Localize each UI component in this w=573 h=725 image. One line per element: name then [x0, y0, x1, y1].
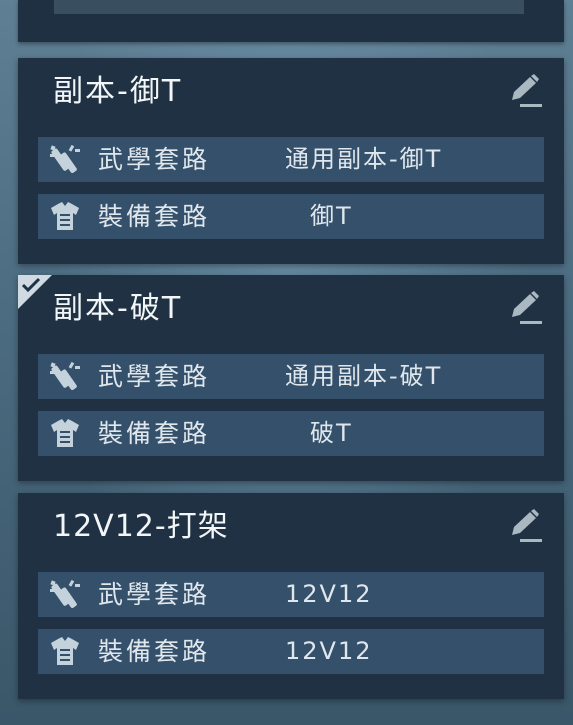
- row-value: 12V12: [285, 637, 373, 665]
- row-label: 裝備套路: [98, 419, 211, 448]
- equipment-row[interactable]: 裝備套路 御T: [38, 194, 544, 239]
- equipment-row[interactable]: 裝備套路 破T: [38, 411, 544, 456]
- row-value: 通用副本-破T: [285, 362, 443, 390]
- checkmark-icon: [18, 275, 52, 309]
- row-label: 裝備套路: [98, 637, 211, 666]
- armor-icon: [48, 635, 82, 669]
- martial-arts-icon: [48, 578, 82, 612]
- preset-title: 副本-破T: [53, 291, 183, 326]
- pencil-edit-icon[interactable]: [506, 74, 544, 110]
- pencil-edit-icon[interactable]: [506, 291, 544, 327]
- preset-card[interactable]: 副本-御T 武學套路 通用副本-御T 裝備套路 御T: [18, 58, 564, 264]
- martial-arts-row[interactable]: 武學套路 通用副本-御T: [38, 137, 544, 182]
- martial-arts-icon: [48, 143, 82, 177]
- row-label: 武學套路: [98, 362, 211, 391]
- row-value: 御T: [310, 202, 353, 230]
- row-label: 武學套路: [98, 145, 211, 174]
- preset-title: 12V12-打架: [53, 509, 229, 544]
- martial-arts-icon: [48, 360, 82, 394]
- preset-card[interactable]: 12V12-打架 武學套路 12V12 裝備套路 12V12: [18, 493, 564, 699]
- row-label: 裝備套路: [98, 202, 211, 231]
- pencil-edit-icon[interactable]: [506, 509, 544, 545]
- armor-icon: [48, 417, 82, 451]
- row-value: 通用副本-御T: [285, 145, 443, 173]
- row-label: 武學套路: [98, 580, 211, 609]
- preset-title: 副本-御T: [53, 74, 183, 109]
- preset-card-partial[interactable]: [18, 0, 564, 42]
- partial-row: [54, 0, 524, 14]
- row-value: 破T: [310, 419, 353, 447]
- martial-arts-row[interactable]: 武學套路 12V12: [38, 572, 544, 617]
- martial-arts-row[interactable]: 武學套路 通用副本-破T: [38, 354, 544, 399]
- armor-icon: [48, 200, 82, 234]
- equipment-row[interactable]: 裝備套路 12V12: [38, 629, 544, 674]
- preset-card-selected[interactable]: 副本-破T 武學套路 通用副本-破T 裝備套路 破T: [18, 275, 564, 481]
- row-value: 12V12: [285, 580, 373, 608]
